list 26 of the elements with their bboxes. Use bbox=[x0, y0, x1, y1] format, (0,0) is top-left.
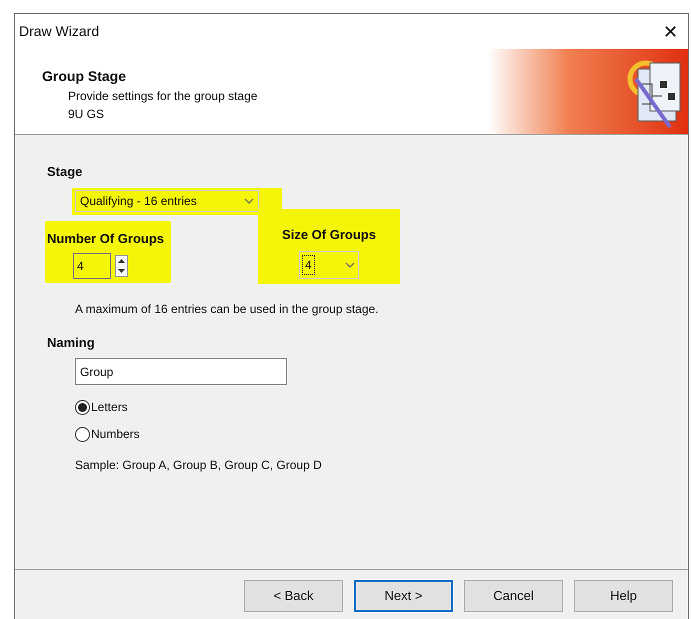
dialog-button[interactable]: Help bbox=[574, 580, 673, 612]
radio-option[interactable]: Numbers bbox=[75, 425, 688, 443]
chevron-down-icon bbox=[345, 262, 355, 268]
radio-icon[interactable] bbox=[75, 400, 90, 414]
header-title: Group Stage bbox=[42, 67, 128, 86]
radio-option[interactable]: Letters bbox=[75, 398, 688, 416]
radio-icon[interactable] bbox=[75, 426, 90, 442]
stage-label: Stage bbox=[47, 163, 82, 181]
dialog-button[interactable]: Next > bbox=[354, 580, 453, 612]
naming-field[interactable]: Group bbox=[75, 358, 287, 385]
dialog-button[interactable]: < Back bbox=[244, 580, 343, 612]
number-of-groups-label: Number Of Groups bbox=[46, 230, 164, 248]
window-title: Draw Wizard bbox=[19, 22, 100, 41]
sample-text: Sample: Group A, Group B, Group C, Group D bbox=[75, 457, 323, 474]
spinner-arrows-icon[interactable] bbox=[115, 254, 128, 276]
header-detail: 9U GS bbox=[67, 106, 106, 123]
size-of-groups-dropdown[interactable]: 4 bbox=[299, 251, 359, 279]
chevron-down-icon bbox=[244, 198, 254, 204]
stage-dropdown[interactable]: Qualifying - 16 entries bbox=[75, 190, 259, 212]
number-of-groups-field[interactable]: 4 bbox=[73, 252, 111, 278]
dialog-button[interactable]: Cancel bbox=[464, 580, 563, 612]
size-of-groups-label: Size Of Groups bbox=[282, 226, 376, 244]
close-button[interactable]: ✕ bbox=[663, 22, 678, 40]
info-text: A maximum of 16 entries can be used in the group stage. bbox=[75, 300, 380, 318]
naming-label: Naming bbox=[47, 334, 95, 352]
header-subtitle: Provide settings for the group stage bbox=[67, 88, 258, 105]
